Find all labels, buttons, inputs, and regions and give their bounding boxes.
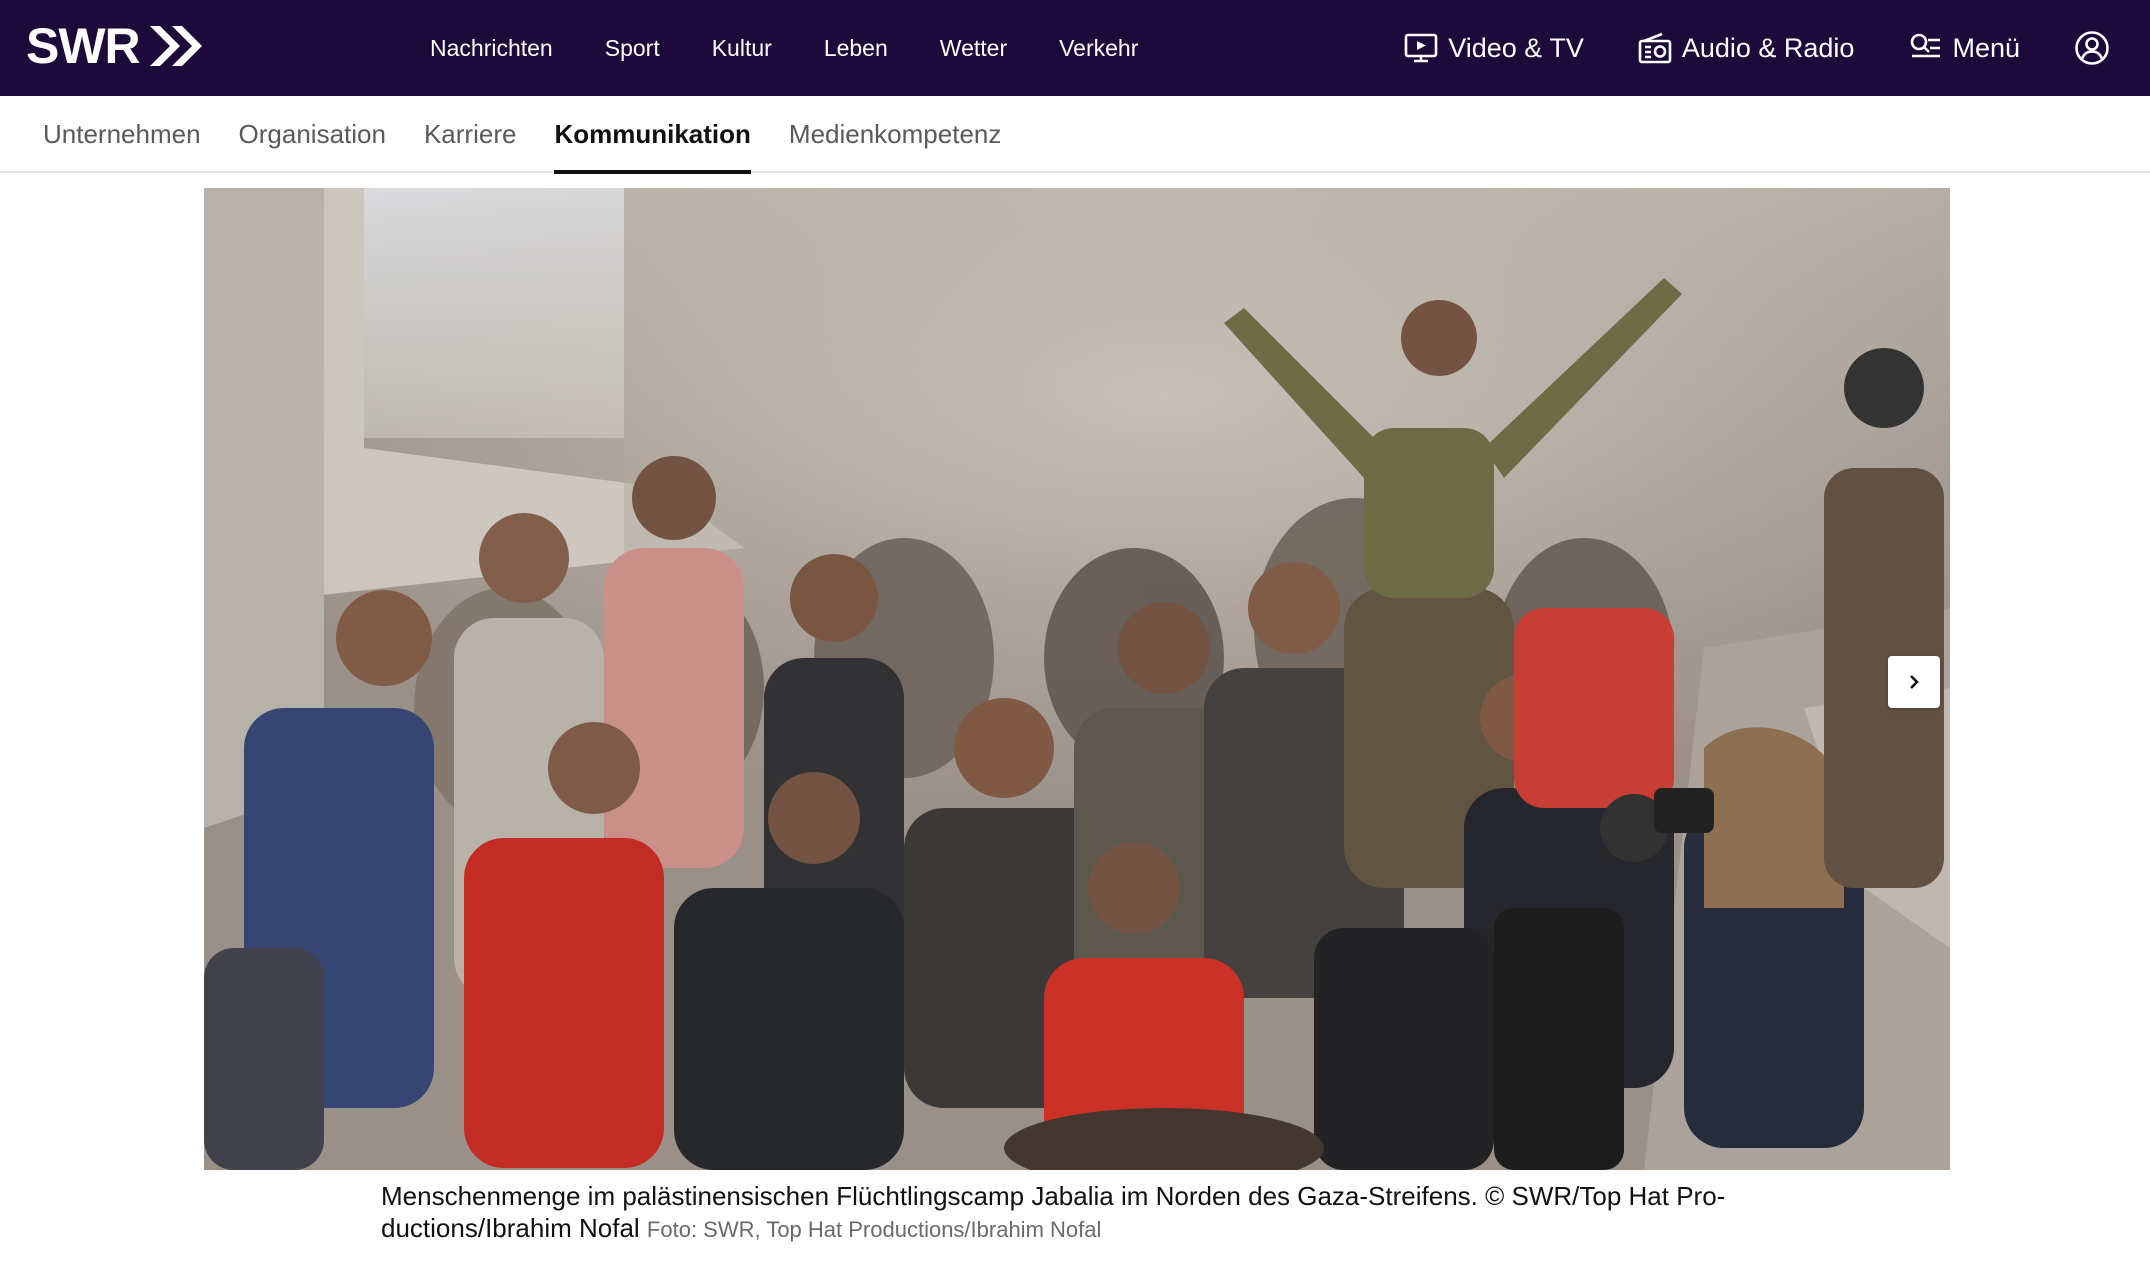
- menu-button[interactable]: Menü: [1908, 31, 2020, 65]
- top-navigation-bar: SWR Nachrichten Sport Kultur Leben Wette…: [0, 0, 2150, 96]
- video-tv-icon: [1404, 33, 1438, 63]
- subnav-item-karriere[interactable]: Karriere: [424, 96, 516, 173]
- chevron-right-icon: [1910, 675, 1919, 689]
- subnav-item-organisation[interactable]: Organisation: [239, 96, 386, 173]
- subnav-item-kommunikation[interactable]: Kommunikation: [554, 96, 752, 174]
- audio-radio-link[interactable]: Audio & Radio: [1638, 31, 1855, 65]
- image-caption: Menschenmenge im palästinensischen Flüch…: [381, 1180, 1781, 1246]
- subnav-item-unternehmen[interactable]: Unternehmen: [43, 96, 201, 173]
- nav-item-leben[interactable]: Leben: [824, 35, 888, 62]
- swr-logo[interactable]: SWR: [26, 20, 206, 72]
- sub-navigation: Unternehmen Organisation Karriere Kommun…: [0, 96, 2150, 174]
- nav-item-wetter[interactable]: Wetter: [940, 35, 1007, 62]
- nav-item-nachrichten[interactable]: Nachrichten: [430, 35, 553, 62]
- nav-item-verkehr[interactable]: Verkehr: [1059, 35, 1138, 62]
- nav-item-sport[interactable]: Sport: [605, 35, 660, 62]
- video-tv-label: Video & TV: [1448, 32, 1584, 63]
- logo-text: SWR: [26, 18, 141, 74]
- account-button[interactable]: [2074, 30, 2110, 66]
- menu-label: Menü: [1952, 32, 2020, 63]
- crowd-photo: [204, 188, 1950, 1170]
- main-navigation: Nachrichten Sport Kultur Leben Wetter Ve…: [430, 0, 1190, 96]
- nav-item-kultur[interactable]: Kultur: [712, 35, 772, 62]
- search-menu-icon: [1911, 33, 1941, 58]
- carousel-next-button[interactable]: [1888, 656, 1940, 708]
- user-account-icon: [2075, 31, 2109, 65]
- audio-radio-label: Audio & Radio: [1681, 32, 1855, 63]
- hero-image: [204, 188, 1950, 1170]
- logo-chevrons-icon: [149, 26, 202, 66]
- subnav-item-medienkompetenz[interactable]: Medienkompetenz: [789, 96, 1001, 173]
- video-tv-link[interactable]: Video & TV: [1404, 31, 1584, 65]
- radio-icon: [1638, 32, 1672, 64]
- header-actions: Video & TV Audio & Radio Menü: [1404, 0, 2150, 96]
- photo-credit: Foto: SWR, Top Hat Productions/Ibrahim N…: [646, 1217, 1102, 1242]
